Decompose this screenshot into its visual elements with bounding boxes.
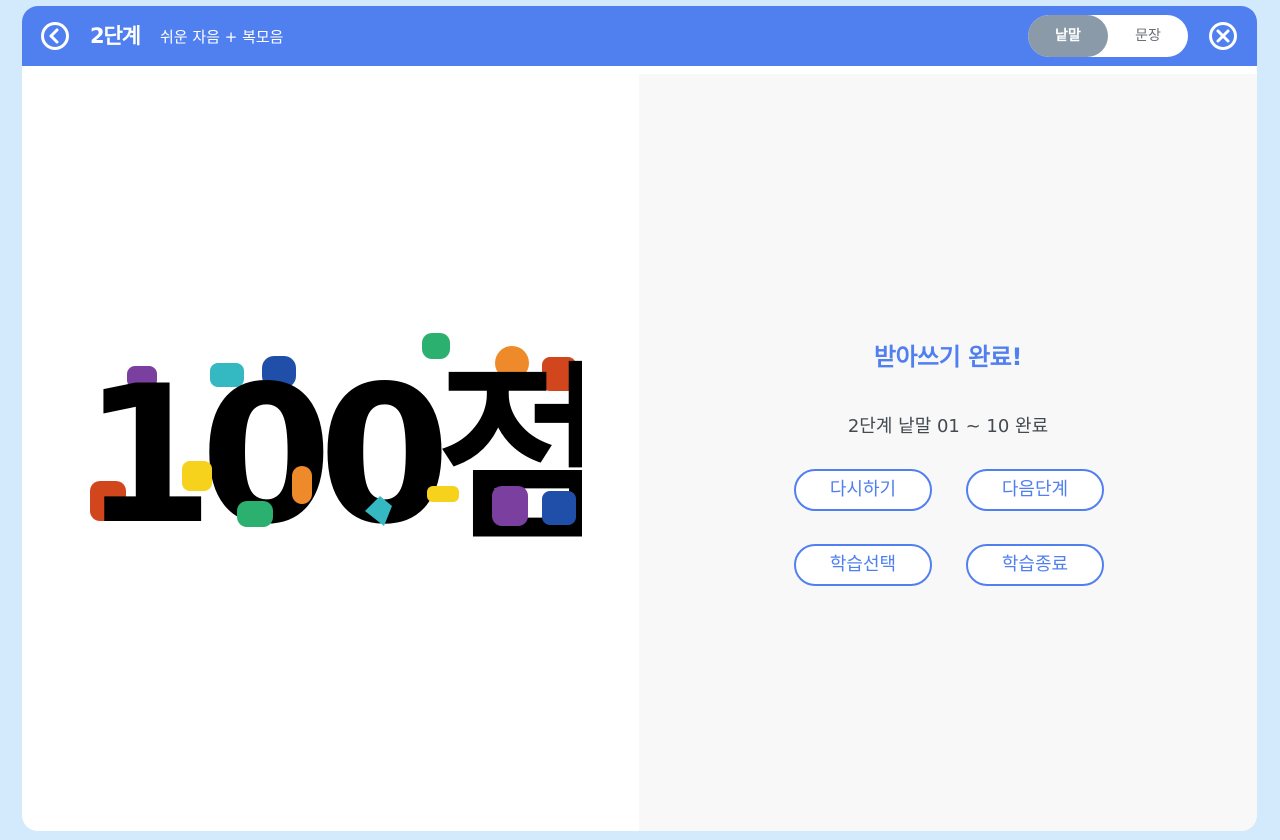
back-button[interactable] [40, 21, 70, 51]
result-panel: 받아쓰기 완료! 2단계 낱말 01 ~ 10 완료 다시하기 다음단계 학습선… [639, 74, 1257, 831]
score-panel: 100점!! [22, 66, 639, 831]
mode-option-sentence[interactable]: 문장 [1108, 15, 1188, 57]
mode-option-word[interactable]: 낱말 [1028, 15, 1108, 57]
select-lesson-button[interactable]: 학습선택 [794, 544, 932, 586]
close-button[interactable] [1208, 21, 1238, 51]
score-illustration: 100점!! [82, 333, 582, 541]
level-subtitle: 쉬운 자음 + 복모음 [160, 28, 284, 46]
next-level-button[interactable]: 다음단계 [966, 469, 1104, 511]
header-bar: 2단계 쉬운 자음 + 복모음 낱말 문장 [22, 6, 1257, 66]
end-lesson-button[interactable]: 학습종료 [966, 544, 1104, 586]
chevron-left-circle-icon [41, 22, 69, 50]
result-summary: 2단계 낱말 01 ~ 10 완료 [847, 416, 1049, 437]
level-title: 2단계 [90, 24, 141, 48]
mode-toggle[interactable]: 낱말 문장 [1028, 15, 1188, 57]
retry-button[interactable]: 다시하기 [794, 469, 932, 511]
result-title: 받아쓰기 완료! [874, 343, 1022, 371]
close-circle-icon [1209, 22, 1237, 50]
app-window: 2단계 쉬운 자음 + 복모음 낱말 문장 100점!! [22, 6, 1257, 831]
